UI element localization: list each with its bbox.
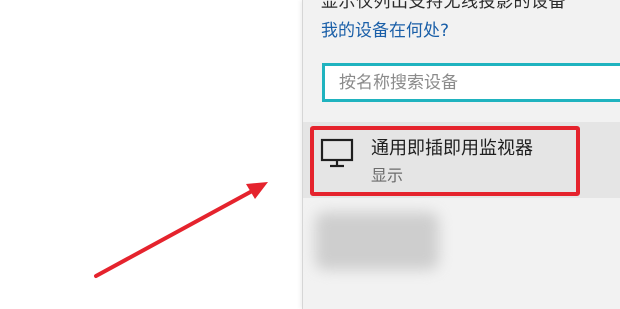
device-search-input[interactable]: [322, 63, 620, 102]
device-type: 显示: [371, 166, 404, 185]
screenshot-stage: 显示仅列出支持无线投影的设备 我的设备在何处? 通用即插即用监视器 显示: [0, 0, 620, 309]
monitor-icon: [320, 138, 354, 168]
device-list-item[interactable]: 通用即插即用监视器 显示: [303, 122, 620, 198]
blurred-device-item: [315, 212, 439, 270]
where-is-my-device-link[interactable]: 我的设备在何处?: [321, 16, 449, 41]
panel-description: 显示仅列出支持无线投影的设备: [321, 0, 566, 12]
device-name: 通用即插即用监视器: [371, 138, 533, 159]
device-picker-panel: 显示仅列出支持无线投影的设备 我的设备在何处? 通用即插即用监视器 显示: [302, 0, 620, 309]
